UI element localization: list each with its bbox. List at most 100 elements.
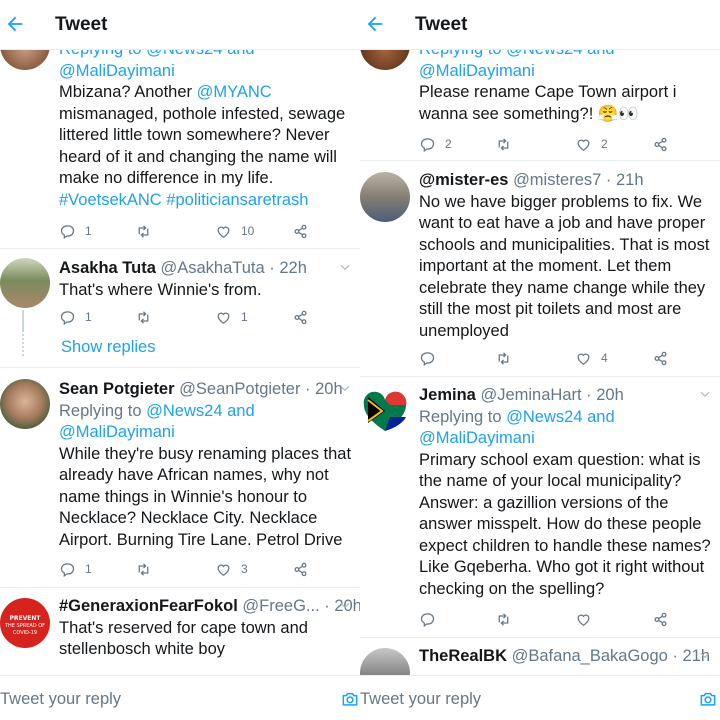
like-count: 2 bbox=[601, 137, 608, 151]
share-button[interactable] bbox=[652, 609, 669, 629]
show-replies-link[interactable]: Show replies bbox=[61, 338, 155, 357]
reply-button[interactable] bbox=[419, 348, 436, 368]
chevron-down-icon[interactable] bbox=[698, 387, 712, 401]
retweet-button[interactable] bbox=[495, 134, 512, 154]
mention-link[interactable]: @MaliDayimani bbox=[419, 428, 712, 450]
reply-icon bbox=[420, 351, 435, 366]
like-button[interactable]: 2 bbox=[575, 134, 608, 154]
tweet-text: name things in Winnie's honour to bbox=[59, 487, 308, 506]
heart-icon bbox=[577, 139, 590, 151]
tweet-text: That's reserved for cape town and bbox=[59, 618, 308, 637]
avatar[interactable] bbox=[360, 172, 410, 222]
tweet-actions: 1 3 bbox=[59, 559, 349, 579]
retweet-button[interactable] bbox=[135, 307, 152, 327]
share-icon bbox=[294, 562, 307, 576]
reply-button[interactable]: 1 bbox=[59, 559, 92, 579]
reply-input[interactable]: Tweet your reply bbox=[0, 690, 121, 709]
share-button[interactable] bbox=[652, 348, 669, 368]
tweet-text: Like Gqeberha. Who got it right without bbox=[419, 558, 705, 576]
like-button[interactable]: 1 bbox=[215, 307, 248, 327]
like-button[interactable] bbox=[575, 609, 592, 629]
like-button[interactable]: 10 bbox=[215, 221, 254, 241]
reply-button[interactable]: 1 bbox=[59, 307, 92, 327]
avatar[interactable] bbox=[360, 387, 410, 437]
retweet-button[interactable] bbox=[135, 221, 152, 241]
chevron-down-icon[interactable] bbox=[338, 381, 352, 395]
tweet-actions: 1 10 bbox=[59, 221, 349, 241]
display-name[interactable]: Jemina bbox=[419, 386, 476, 404]
tweet-text: the name of your local municipality? bbox=[419, 472, 682, 490]
divider bbox=[0, 587, 360, 588]
reply-composer[interactable]: Tweet your reply bbox=[360, 675, 720, 720]
handle-time: @AsakhaTuta · 22h bbox=[160, 259, 307, 277]
retweet-button[interactable] bbox=[135, 559, 152, 579]
display-name[interactable]: TheRealBK bbox=[419, 647, 507, 665]
reply-input[interactable]: Tweet your reply bbox=[360, 690, 481, 709]
divider bbox=[0, 367, 360, 368]
back-arrow-icon[interactable] bbox=[364, 13, 386, 35]
camera-icon[interactable] bbox=[340, 689, 360, 709]
tweet-text: That's where Winnie's from. bbox=[59, 280, 262, 299]
retweet-button[interactable] bbox=[495, 609, 512, 629]
tweet-actions: 1 1 bbox=[59, 307, 349, 327]
tweet-text: answer misspelt. How do these people bbox=[419, 515, 702, 533]
replying-to-label: Replying to bbox=[419, 407, 507, 426]
share-button[interactable] bbox=[652, 134, 669, 154]
like-button[interactable]: 3 bbox=[215, 559, 248, 579]
replying-to-label: Replying to bbox=[59, 401, 147, 420]
divider bbox=[0, 248, 360, 249]
reply-button[interactable]: 2 bbox=[419, 134, 452, 154]
heart-icon bbox=[217, 564, 230, 576]
camera-icon[interactable] bbox=[698, 689, 718, 709]
reply-composer[interactable]: Tweet your reply bbox=[0, 675, 360, 720]
mention-link[interactable]: @News24 and bbox=[506, 408, 614, 426]
mention-link[interactable]: @MaliDayimani bbox=[419, 61, 712, 83]
thread-dots bbox=[22, 330, 24, 356]
tweet-text: make no difference in my life. bbox=[59, 169, 274, 187]
tweet-text: Necklace? Necklace City. Necklace bbox=[59, 509, 318, 527]
like-button[interactable]: 4 bbox=[575, 348, 608, 368]
mention-link[interactable]: @MaliDayimani bbox=[59, 61, 352, 83]
reply-button[interactable]: 1 bbox=[59, 221, 92, 241]
handle-time: @Bafana_BakaGogo · 21h bbox=[511, 647, 711, 665]
back-arrow-icon[interactable] bbox=[4, 13, 26, 35]
tweet-text: mismanaged, pothole infested, sewage bbox=[59, 104, 346, 123]
mention-link[interactable]: @MaliDayimani bbox=[59, 422, 352, 444]
share-icon bbox=[294, 310, 307, 324]
tweet-text: Primary school exam question: what is bbox=[419, 450, 701, 469]
display-name[interactable]: Asakha Tuta bbox=[59, 259, 156, 277]
display-name[interactable]: Sean Potgieter bbox=[59, 380, 175, 398]
share-button[interactable] bbox=[292, 221, 309, 241]
display-name[interactable]: @mister-es bbox=[419, 171, 508, 189]
display-name[interactable]: #GeneraxionFearFokol bbox=[59, 597, 238, 615]
tweet-text: wanna see something?! 😤👀 bbox=[419, 104, 639, 123]
reply-count: 2 bbox=[445, 137, 452, 151]
mention-link[interactable]: @MYANC bbox=[197, 83, 272, 101]
tweet-text: still the most pit toilets and most are bbox=[419, 300, 682, 318]
share-icon bbox=[294, 224, 307, 238]
hashtags[interactable]: #VoetsekANC #politiciansaretrash bbox=[59, 190, 352, 212]
tweet-text: While they're busy renaming places that bbox=[59, 444, 352, 463]
avatar[interactable] bbox=[0, 258, 50, 308]
reply-icon bbox=[420, 612, 435, 627]
share-button[interactable] bbox=[292, 559, 309, 579]
thread-line bbox=[22, 310, 24, 330]
page-title: Tweet bbox=[55, 14, 108, 35]
reply-icon bbox=[60, 224, 75, 239]
retweet-button[interactable] bbox=[495, 348, 512, 368]
avatar-logo: PREVENT THE SPREAD OF COVID-19 bbox=[4, 615, 45, 636]
avatar[interactable]: PREVENT THE SPREAD OF COVID-19 bbox=[0, 598, 50, 648]
chevron-down-icon[interactable] bbox=[338, 260, 352, 274]
reply-count: 1 bbox=[85, 562, 92, 576]
reply-button[interactable] bbox=[419, 609, 436, 629]
share-icon bbox=[654, 612, 667, 626]
chevron-down-icon[interactable] bbox=[698, 648, 712, 662]
mention-link[interactable]: @News24 and bbox=[146, 402, 254, 420]
share-button[interactable] bbox=[292, 307, 309, 327]
svg-text:PREVENT: PREVENT bbox=[10, 615, 42, 622]
chevron-down-icon[interactable] bbox=[338, 598, 352, 612]
avatar[interactable] bbox=[0, 379, 50, 429]
tweet-actions: 4 bbox=[419, 348, 709, 368]
heart-icon bbox=[217, 226, 230, 238]
right-panel: Tweet Replying to @News24 and @MaliDayim… bbox=[360, 0, 720, 720]
